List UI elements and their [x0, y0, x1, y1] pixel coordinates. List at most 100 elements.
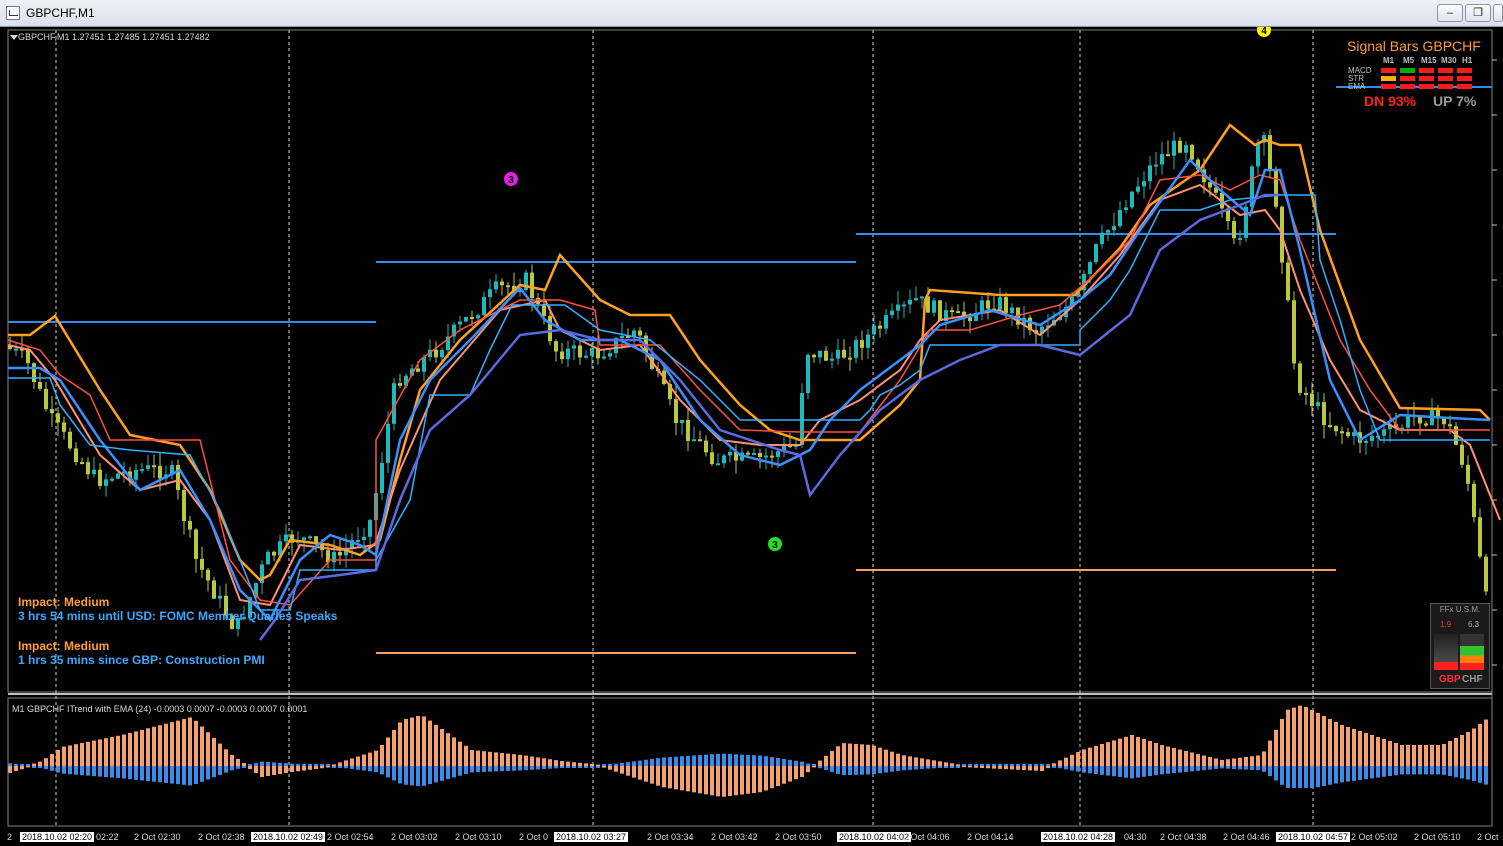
oscillator-bar: [1088, 766, 1092, 774]
ffx-right-currency: CHF: [1462, 674, 1483, 685]
oscillator-bar: [842, 743, 846, 766]
oscillator-bar: [968, 764, 972, 766]
oscillator-bar: [350, 766, 354, 770]
oscillator-bar: [602, 766, 606, 768]
time-axis-label: 2 Oct 0: [519, 832, 549, 842]
oscillator-bar: [740, 754, 744, 766]
candle-body: [80, 462, 84, 465]
candle-body: [956, 311, 960, 314]
oscillator-bar: [1148, 766, 1152, 776]
oscillator-bar: [614, 766, 618, 772]
candle-body: [890, 310, 894, 316]
oscillator-bar: [1130, 766, 1134, 779]
marker-4-yellow: 4: [1257, 27, 1271, 37]
oscillator-bar: [128, 766, 132, 780]
oscillator-bar: [176, 766, 180, 785]
oscillator-bar: [470, 750, 474, 766]
window-titlebar[interactable]: GBPCHF,M1 – ❐: [0, 0, 1503, 27]
oscillator-bar: [20, 766, 24, 770]
oscillator-bar: [1040, 764, 1044, 766]
oscillator-bar: [212, 766, 216, 778]
oscillator-bar: [716, 766, 720, 797]
oscillator-label: M1 GBPCHF ITrend with EMA (24) -0.0003 0…: [12, 704, 308, 714]
oscillator-bar: [500, 753, 504, 766]
candle-body: [884, 315, 888, 329]
oscillator-bar: [1406, 745, 1410, 766]
signal-cell: [1381, 68, 1396, 73]
oscillator-bar: [1358, 731, 1362, 766]
oscillator-bar: [1310, 710, 1314, 766]
candle-body: [1334, 425, 1338, 432]
signal-cell: [1438, 84, 1453, 89]
candle-body: [590, 348, 594, 356]
minimize-button[interactable]: –: [1437, 4, 1463, 22]
oscillator-bar: [1244, 766, 1248, 770]
candle-body: [338, 551, 342, 556]
oscillator-bar: [1268, 740, 1272, 766]
oscillator-bar: [590, 766, 594, 768]
oscillator-bar: [386, 766, 390, 778]
candle-body: [686, 420, 690, 441]
oscillator-bar: [1478, 766, 1482, 783]
oscillator-bar: [452, 737, 456, 766]
oscillator-bar: [1454, 738, 1458, 766]
oscillator-bar: [392, 730, 396, 766]
oscillator-bar: [14, 766, 18, 772]
oscillator-bar: [212, 737, 216, 766]
oscillator-bar: [344, 766, 348, 769]
candle-body: [1238, 238, 1242, 241]
candle-body: [608, 353, 612, 357]
oscillator-bar: [290, 766, 294, 772]
oscillator-bar: [668, 766, 672, 789]
oscillator-bar: [866, 766, 870, 775]
oscillator-bar: [548, 759, 552, 766]
signal-timeframe-m1: M1: [1383, 56, 1395, 65]
time-axis-label: 2 Oct: [1477, 832, 1499, 842]
oscillator-bar: [698, 755, 702, 766]
oscillator-bar: [458, 766, 462, 776]
oscillator-bar: [1484, 766, 1488, 785]
candle-body: [1292, 300, 1296, 364]
candle-body: [1304, 392, 1308, 395]
oscillator-bar: [704, 754, 708, 766]
oscillator-bar: [1238, 757, 1242, 766]
candle-body: [1298, 363, 1302, 393]
oscillator-bar: [470, 766, 474, 773]
oscillator-bar: [1364, 733, 1368, 766]
oscillator-bar: [440, 766, 444, 781]
candle-body: [1172, 140, 1176, 156]
close-button[interactable]: [1493, 4, 1503, 22]
oscillator-bar: [914, 757, 918, 766]
oscillator-bar: [140, 729, 144, 766]
oscillator-bar: [1136, 737, 1140, 766]
oscillator-bar: [986, 766, 990, 769]
oscillator-bar: [1142, 766, 1146, 777]
candle-body: [380, 462, 384, 493]
candle-body: [560, 351, 564, 360]
news-text-2: 1 hrs 35 mins since GBP: Construction PM…: [18, 653, 265, 667]
oscillator-bar: [932, 766, 936, 769]
candle-body: [776, 451, 780, 458]
header-dropdown-icon[interactable]: [10, 35, 18, 40]
oscillator-bar: [416, 716, 420, 766]
candle-body: [680, 420, 684, 424]
oscillator-bar: [98, 739, 102, 766]
oscillator-bar: [350, 758, 354, 766]
oscillator-bar: [44, 758, 48, 766]
oscillator-bar: [206, 732, 210, 766]
oscillator-bar: [80, 743, 84, 766]
oscillator-bar: [662, 757, 666, 766]
candle-body: [98, 469, 102, 486]
candle-body: [1274, 169, 1278, 207]
oscillator-bar: [812, 766, 816, 768]
restore-button[interactable]: ❐: [1465, 4, 1491, 22]
oscillator-bar: [188, 717, 192, 766]
marker-3-magenta: 3: [504, 172, 518, 186]
candle-body: [152, 465, 156, 468]
price-chart[interactable]: 3 3 4: [0, 27, 1503, 846]
oscillator-bar: [1430, 766, 1434, 775]
oscillator-bar: [620, 766, 624, 774]
candle-body: [188, 521, 192, 530]
oscillator-bar: [572, 766, 576, 768]
oscillator-bar: [938, 766, 942, 768]
